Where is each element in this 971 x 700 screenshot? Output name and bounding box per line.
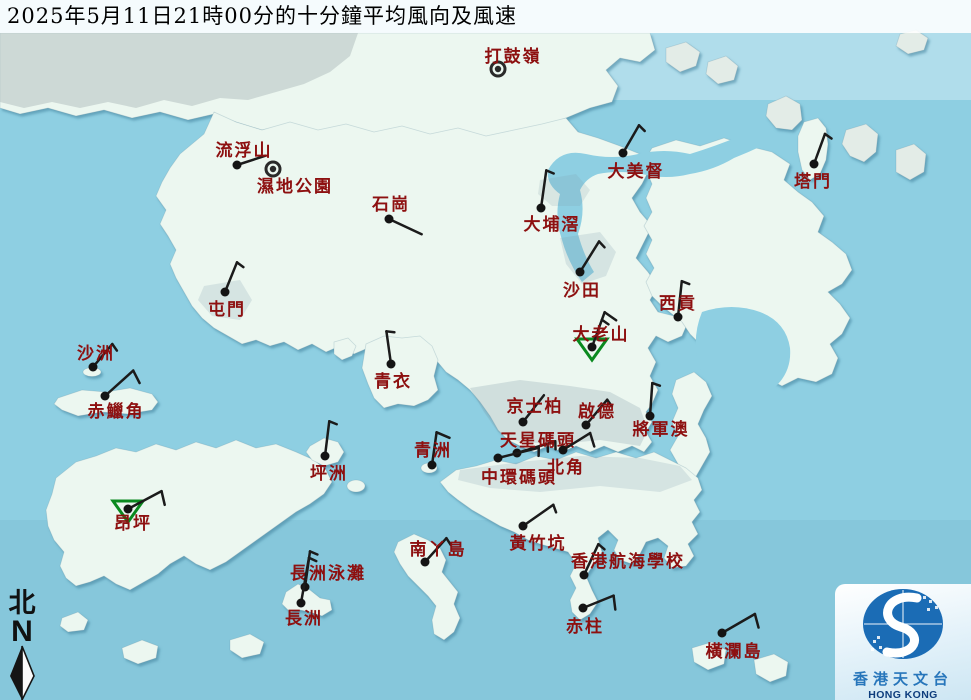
station-label: 打鼓嶺 xyxy=(485,46,542,67)
station-label: 沙洲 xyxy=(77,344,115,364)
observatory-logo: 香港天文台 HONG KONG OBSERVATORY xyxy=(835,584,971,700)
station-dot xyxy=(537,204,546,213)
station-label: 西貢 xyxy=(659,294,697,314)
station-label: 長洲 xyxy=(285,609,323,629)
station-dot xyxy=(101,392,110,401)
station-label: 濕地公園 xyxy=(257,176,333,197)
station-label: 京士柏 xyxy=(507,396,564,417)
land-kau-yi-chau xyxy=(347,480,365,492)
calm-dot xyxy=(270,166,276,172)
station-label: 大埔滘 xyxy=(524,214,581,235)
station-dot xyxy=(579,604,588,613)
station-label: 中環碼頭 xyxy=(481,467,557,488)
station-dot xyxy=(124,505,133,514)
station-dot xyxy=(428,461,437,470)
map-canvas: 打鼓嶺濕地公園 流浮山石崗 大美督大埔滘沙田 塔門西貢大老山 屯門沙洲赤鱲角 青衣青洲坪洲… xyxy=(0,0,971,700)
wind-barb-full xyxy=(614,596,616,610)
station-label: 大美督 xyxy=(608,161,665,182)
station-label: 赤柱 xyxy=(566,616,604,637)
map-title: 2025年5月11日21時00分的十分鐘平均風向及風速 xyxy=(0,0,971,33)
station-label: 塔門 xyxy=(794,171,832,192)
station-label: 昂坪 xyxy=(114,514,152,534)
wind-barb-half xyxy=(386,331,394,332)
station-dot xyxy=(519,522,528,531)
station-dot xyxy=(619,149,628,158)
station-dot xyxy=(810,160,819,169)
station-label: 青衣 xyxy=(374,371,412,392)
station-label: 黃竹坑 xyxy=(509,533,567,554)
station-dot xyxy=(494,454,503,463)
logo-english: HONG KONG OBSERVATORY xyxy=(835,689,971,700)
logo-mark-icon xyxy=(835,584,971,662)
station-dot xyxy=(297,599,306,608)
station-dot xyxy=(387,360,396,369)
station-label: 長洲泳灘 xyxy=(290,563,366,584)
station-label: 流浮山 xyxy=(216,140,273,161)
station-label: 將軍澳 xyxy=(633,419,690,440)
station-dot xyxy=(221,288,230,297)
logo-chinese: 香港天文台 xyxy=(835,668,971,689)
station-dot xyxy=(559,446,568,455)
station-label: 北角 xyxy=(547,457,585,478)
station-dot xyxy=(576,268,585,277)
station-label: 啟德 xyxy=(578,401,616,422)
station-label: 青洲 xyxy=(414,440,452,461)
station-label: 赤鱲角 xyxy=(88,401,145,422)
station-dot xyxy=(385,215,394,224)
station-label: 沙田 xyxy=(563,281,601,301)
station-label: 香港航海學校 xyxy=(571,551,685,572)
compass-north-letter: N xyxy=(11,615,33,648)
station-dot xyxy=(718,629,727,638)
station-dot xyxy=(321,452,330,461)
station-label: 大老山 xyxy=(573,324,630,345)
station-label: 屯門 xyxy=(208,299,246,320)
station-label: 石崗 xyxy=(371,195,410,215)
station-dot xyxy=(519,418,528,427)
station-label: 坪洲 xyxy=(310,464,348,484)
station-label: 橫瀾島 xyxy=(706,641,763,662)
weather-map-page: 打鼓嶺濕地公園 流浮山石崗 大美督大埔滘沙田 塔門西貢大老山 屯門沙洲赤鱲角 青衣青洲坪洲… xyxy=(0,0,971,700)
station-dot xyxy=(233,161,242,170)
station-label: 南丫島 xyxy=(410,539,467,560)
